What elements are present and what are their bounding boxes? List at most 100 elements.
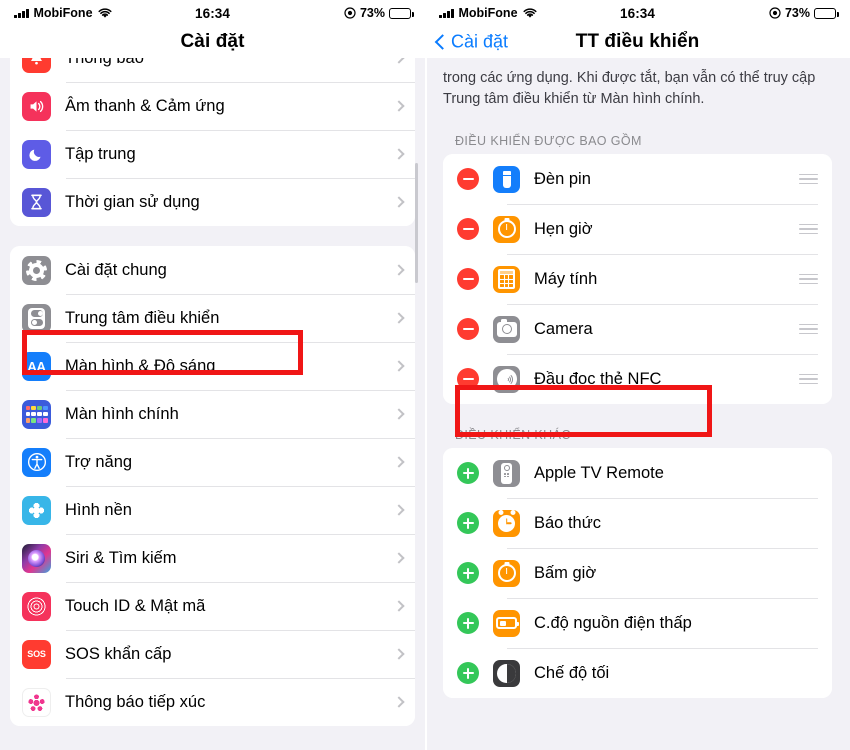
section-header-other: ĐIỀU KHIỂN KHÁC (455, 428, 571, 443)
reorder-handle-icon[interactable] (799, 373, 818, 385)
sidebar-item-touch-id-passcode[interactable]: Touch ID & Mật mã (10, 582, 415, 630)
control-row-low-power-mode[interactable]: C.độ nguồn điện thấp (443, 598, 832, 649)
remove-control-button[interactable] (457, 218, 479, 241)
sidebar-item-label: Trung tâm điều khiển (65, 308, 220, 327)
left-scrollbar[interactable] (415, 163, 418, 283)
sidebar-item-sounds-haptics[interactable]: Âm thanh & Cảm ứng (10, 82, 415, 130)
alarm-clock-icon (493, 509, 520, 537)
left-phone-screen: MobiFone 16:34 73% ⚡ Cài đặt Âm thanh & … (0, 0, 425, 750)
reorder-handle-icon[interactable] (799, 273, 818, 285)
add-control-button[interactable] (457, 612, 479, 635)
sidebar-item-control-center[interactable]: Trung tâm điều khiển (10, 294, 415, 342)
sidebar-item-label: Siri & Tìm kiếm (65, 548, 177, 567)
flashlight-icon (493, 165, 520, 193)
remove-control-button[interactable] (457, 268, 479, 291)
control-label: Hẹn giờ (534, 219, 593, 238)
fingerprint-icon (22, 591, 51, 621)
control-label: Chế độ tối (534, 663, 610, 682)
right-status-bar: MobiFone 16:34 73% ⚡ (425, 0, 850, 26)
wallpaper-icon (22, 495, 51, 525)
control-row-dark-mode[interactable]: Chế độ tối (443, 648, 832, 699)
chevron-right-icon (393, 58, 405, 64)
calculator-icon (493, 265, 520, 293)
remove-control-button[interactable] (457, 168, 479, 191)
screenshot-root: MobiFone 16:34 73% ⚡ Cài đặt Âm thanh & … (0, 0, 850, 750)
control-label: Apple TV Remote (534, 463, 664, 482)
status-right-cluster: 73% ⚡ (344, 6, 414, 20)
hourglass-icon (22, 187, 51, 217)
battery-charging-icon: ⚡ (814, 7, 839, 19)
timer-icon (493, 215, 520, 243)
control-label: Bấm giờ (534, 563, 597, 582)
accessibility-icon (22, 447, 51, 477)
gear-icon (22, 255, 51, 285)
battery-percent-label: 73% (784, 6, 810, 20)
chevron-right-icon (393, 456, 405, 468)
speaker-icon (22, 91, 51, 121)
siri-icon (22, 543, 51, 573)
sidebar-item-exposure-notifications[interactable]: Thông báo tiếp xúc (10, 678, 415, 726)
section-header-included: ĐIỀU KHIỂN ĐƯỢC BAO GỒM (455, 134, 642, 149)
add-control-button[interactable] (457, 512, 479, 535)
control-row-apple-tv-remote[interactable]: Apple TV Remote (443, 448, 832, 499)
chevron-right-icon (393, 196, 405, 208)
other-controls-list: Apple TV Remote Báo thức Bấm giờ C.độ ng… (443, 448, 832, 699)
control-row-timer[interactable]: Hẹn giờ (443, 204, 832, 255)
control-row-camera[interactable]: Camera (443, 304, 832, 355)
sidebar-item-label: Âm thanh & Cảm ứng (65, 96, 225, 115)
bell-icon (22, 58, 51, 73)
control-label: C.độ nguồn điện thấp (534, 613, 692, 632)
back-button[interactable]: Cài đặt (434, 32, 508, 53)
sidebar-item-display-brightness[interactable]: AA Màn hình & Độ sáng (10, 342, 415, 390)
sidebar-item-label: Touch ID & Mật mã (65, 596, 206, 615)
sidebar-item-wallpaper[interactable]: Hình nền (10, 486, 415, 534)
left-status-bar: MobiFone 16:34 73% ⚡ (0, 0, 425, 26)
control-label: Camera (534, 319, 593, 338)
reorder-handle-icon[interactable] (799, 223, 818, 235)
exposure-notification-icon (22, 687, 51, 717)
reorder-handle-icon[interactable] (799, 173, 818, 185)
add-control-button[interactable] (457, 562, 479, 585)
page-title: TT điều khiển (575, 31, 700, 52)
chevron-right-icon (393, 696, 405, 708)
control-row-flashlight[interactable]: Đèn pin (443, 154, 832, 205)
sidebar-item-accessibility[interactable]: Trợ năng (10, 438, 415, 486)
location-arrow-icon (769, 7, 781, 19)
left-scroll-body[interactable]: Thông báo Âm thanh & Cảm ứng Tập trung (0, 58, 425, 750)
control-row-nfc-reader[interactable]: Đầu đọc thẻ NFC (443, 354, 832, 405)
chevron-left-icon (434, 34, 451, 50)
reorder-handle-icon[interactable] (799, 323, 818, 335)
control-label: Báo thức (534, 513, 601, 532)
add-control-button[interactable] (457, 462, 479, 485)
tv-remote-icon (493, 459, 520, 487)
control-center-description: trong các ứng dụng. Khi được tắt, bạn vẫ… (443, 70, 816, 108)
remove-control-button[interactable] (457, 318, 479, 341)
control-label: Đèn pin (534, 169, 591, 188)
control-row-alarm[interactable]: Báo thức (443, 498, 832, 549)
panel-divider (425, 0, 427, 750)
sidebar-item-label: Thông báo (65, 58, 144, 68)
sidebar-item-label: Trợ năng (65, 452, 133, 471)
remove-control-button[interactable] (457, 368, 479, 391)
chevron-right-icon (393, 312, 405, 324)
control-row-calculator[interactable]: Máy tính (443, 254, 832, 305)
sidebar-item-notifications[interactable]: Thông báo (10, 58, 415, 82)
sidebar-item-label: Tập trung (65, 144, 136, 163)
sidebar-item-label: Thông báo tiếp xúc (65, 692, 206, 711)
sidebar-item-screen-time[interactable]: Thời gian sử dụng (10, 178, 415, 226)
add-control-button[interactable] (457, 662, 479, 685)
sidebar-item-focus[interactable]: Tập trung (10, 130, 415, 178)
control-row-stopwatch[interactable]: Bấm giờ (443, 548, 832, 599)
sidebar-item-label: SOS khẩn cấp (65, 644, 172, 663)
sidebar-item-label: Thời gian sử dụng (65, 192, 200, 211)
settings-group-1: Thông báo Âm thanh & Cảm ứng Tập trung (10, 58, 415, 226)
right-scroll-body[interactable]: trong các ứng dụng. Khi được tắt, bạn vẫ… (425, 58, 850, 750)
sidebar-item-siri-search[interactable]: Siri & Tìm kiếm (10, 534, 415, 582)
sidebar-item-emergency-sos[interactable]: SOS SOS khẩn cấp (10, 630, 415, 678)
sidebar-item-home-screen[interactable]: Màn hình chính (10, 390, 415, 438)
sidebar-item-general[interactable]: Cài đặt chung (10, 246, 415, 294)
chevron-right-icon (393, 648, 405, 660)
chevron-right-icon (393, 100, 405, 112)
page-title: Cài đặt (180, 31, 245, 52)
